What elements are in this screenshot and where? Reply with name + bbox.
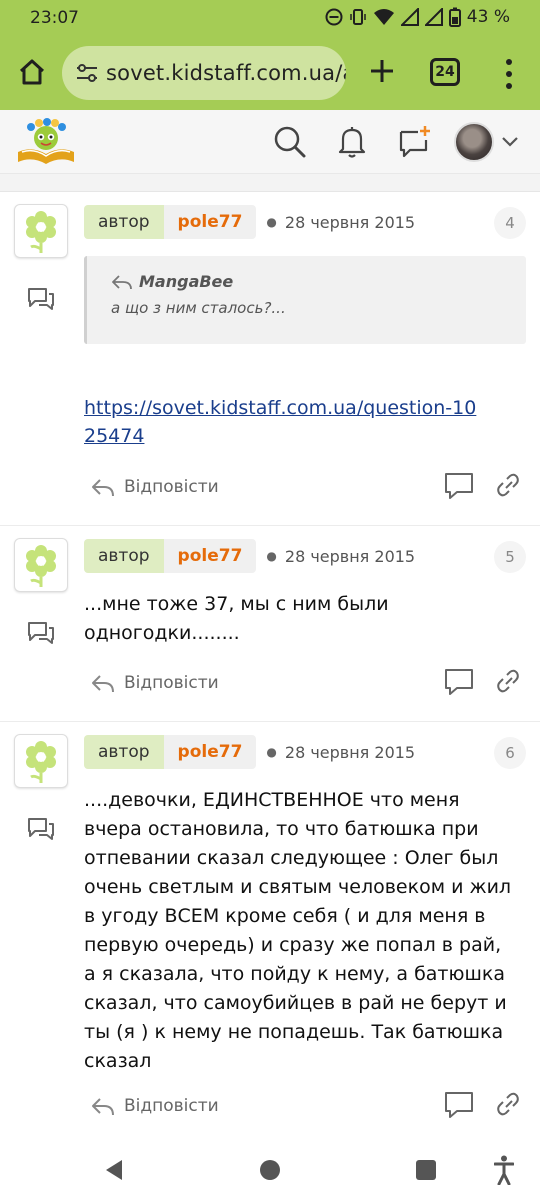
quote-text: а що з ним сталось?... <box>111 299 286 317</box>
post-actions: Відповісти <box>90 1088 520 1124</box>
quote-author-name: MangaBee <box>139 272 234 291</box>
reply-label: Відповісти <box>124 673 219 693</box>
recents-icon[interactable] <box>416 1160 436 1180</box>
plus-icon <box>371 60 393 82</box>
comment-icon[interactable] <box>444 471 474 499</box>
quote-author[interactable]: MangaBee <box>111 272 526 291</box>
new-tab-button[interactable] <box>364 53 400 89</box>
post-number[interactable]: 4 <box>494 207 526 239</box>
flower-icon <box>26 741 56 783</box>
comment-post: автор pole77 ● 28 червня 2015 4 MangaBee… <box>0 192 540 526</box>
username-link[interactable]: pole77 <box>163 205 257 239</box>
comments-icon[interactable] <box>26 286 56 312</box>
author-badge: автор <box>84 539 164 573</box>
home-icon <box>19 59 45 85</box>
user-menu[interactable] <box>454 122 518 162</box>
reply-label: Відповісти <box>124 1096 219 1116</box>
battery-icon <box>448 7 461 27</box>
vibrate-icon <box>350 9 366 25</box>
site-header <box>0 110 540 174</box>
post-meta: автор pole77 ● 28 червня 2015 <box>84 205 415 239</box>
browser-toolbar: sovet.kidstaff.com.ua/ar 24 <box>0 36 540 110</box>
status-time: 23:07 <box>30 8 79 28</box>
author-avatar[interactable] <box>14 734 68 788</box>
quote-block: MangaBee а що з ним сталось?... <box>84 256 526 344</box>
page-divider <box>0 174 540 192</box>
back-icon[interactable] <box>104 1159 124 1181</box>
signal-icon-2 <box>424 8 443 26</box>
home-nav-icon[interactable] <box>260 1160 280 1180</box>
post-number[interactable]: 5 <box>494 541 526 573</box>
comment-post: автор pole77 ● 28 червня 2015 6 ....дево… <box>0 722 540 1142</box>
link-icon[interactable] <box>496 471 520 499</box>
author-avatar[interactable] <box>14 538 68 592</box>
post-actions: Відповісти <box>90 665 520 701</box>
flower-icon <box>26 545 56 587</box>
search-icon[interactable] <box>270 122 310 162</box>
browser-menu-button[interactable] <box>494 56 524 92</box>
post-date: 28 червня 2015 <box>284 546 416 566</box>
link-icon[interactable] <box>496 1090 520 1118</box>
post-date: 28 червня 2015 <box>284 212 416 232</box>
post-text: ....девочки, ЕДИНСТВЕННОЕ что меня вчера… <box>84 789 512 1072</box>
status-bar: 23:07 43 % <box>0 0 540 36</box>
author-avatar[interactable] <box>14 204 68 258</box>
post-actions: Відповісти <box>90 469 520 505</box>
reply-label: Відповісти <box>124 477 219 497</box>
post-meta: автор pole77 ● 28 червня 2015 <box>84 539 415 573</box>
chevron-down-icon <box>502 137 518 147</box>
tab-switcher-button[interactable]: 24 <box>430 58 460 86</box>
post-meta: автор pole77 ● 28 червня 2015 <box>84 735 415 769</box>
comments-icon[interactable] <box>26 816 56 842</box>
dnd-icon <box>325 8 343 26</box>
post-date: 28 червня 2015 <box>284 742 416 762</box>
wifi-icon <box>373 9 394 25</box>
site-settings-icon[interactable] <box>76 63 98 83</box>
address-bar[interactable]: sovet.kidstaff.com.ua/ar <box>62 46 346 100</box>
new-message-icon[interactable] <box>394 122 434 162</box>
separator-dot: ● <box>266 549 277 563</box>
flower-icon <box>26 211 56 253</box>
reply-button[interactable]: Відповісти <box>90 469 219 505</box>
comment-icon[interactable] <box>444 1090 474 1118</box>
separator-dot: ● <box>266 745 277 759</box>
comment-icon[interactable] <box>444 667 474 695</box>
author-badge: автор <box>84 205 164 239</box>
post-text: ...мне тоже 37, мы с ним были одногодки.… <box>84 593 389 644</box>
bell-icon[interactable] <box>332 122 372 162</box>
battery-level: 43 % <box>466 7 510 27</box>
username-link[interactable]: pole77 <box>163 735 257 769</box>
comments-icon[interactable] <box>26 620 56 646</box>
reply-button[interactable]: Відповісти <box>90 1088 219 1124</box>
username-link[interactable]: pole77 <box>163 539 257 573</box>
url-text: sovet.kidstaff.com.ua/ar <box>106 61 346 85</box>
author-badge: автор <box>84 735 164 769</box>
comment-post: автор pole77 ● 28 червня 2015 5 ...мне т… <box>0 526 540 722</box>
reply-button[interactable]: Відповісти <box>90 665 219 701</box>
kidstaff-logo[interactable] <box>14 116 78 166</box>
reply-arrow-icon <box>112 274 132 289</box>
post-number[interactable]: 6 <box>494 737 526 769</box>
system-navigation-bar <box>0 1142 540 1200</box>
accessibility-icon[interactable] <box>494 1155 514 1185</box>
home-button[interactable] <box>14 54 50 90</box>
signal-icon <box>400 8 419 26</box>
reply-icon <box>92 1098 114 1116</box>
post-link[interactable]: https://sovet.kidstaff.com.ua/question-1… <box>84 394 484 450</box>
reply-icon <box>92 675 114 693</box>
reply-icon <box>92 479 114 497</box>
avatar <box>454 122 494 162</box>
separator-dot: ● <box>266 215 277 229</box>
link-icon[interactable] <box>496 667 520 695</box>
